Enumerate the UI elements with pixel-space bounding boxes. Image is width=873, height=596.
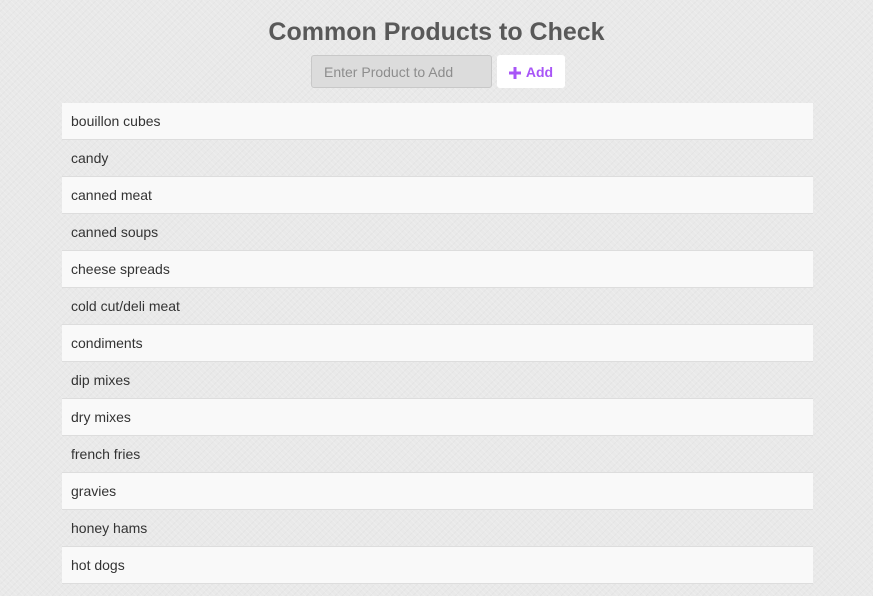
product-label: canned soups	[71, 224, 159, 240]
list-item[interactable]: cold cut/deli meat	[62, 288, 813, 325]
product-label: cheese spreads	[71, 261, 170, 277]
list-item[interactable]: dip mixes	[62, 362, 813, 399]
product-label: gravies	[71, 483, 117, 499]
product-input[interactable]	[311, 55, 492, 88]
list-item[interactable]: bouillon cubes	[62, 103, 813, 140]
product-label: french fries	[71, 446, 141, 462]
list-item[interactable]: hot dogs	[62, 547, 813, 584]
product-label: hot dogs	[71, 557, 125, 573]
product-label: candy	[71, 150, 109, 166]
list-item[interactable]: candy	[62, 140, 813, 177]
list-item[interactable]: french fries	[62, 436, 813, 473]
page-title: Common Products to Check	[268, 18, 605, 46]
product-label: cold cut/deli meat	[71, 298, 180, 314]
product-label: bouillon cubes	[71, 113, 161, 129]
product-label: dry mixes	[71, 409, 131, 425]
plus-icon	[508, 66, 521, 79]
add-product-form: Add	[311, 55, 565, 89]
product-list: bouillon cubes candy canned meat canned …	[62, 103, 813, 584]
list-item[interactable]: cheese spreads	[62, 251, 813, 288]
list-item[interactable]: gravies	[62, 473, 813, 510]
list-item[interactable]: honey hams	[62, 510, 813, 547]
list-item[interactable]: canned soups	[62, 214, 813, 251]
list-item[interactable]: condiments	[62, 325, 813, 362]
product-label: canned meat	[71, 187, 152, 203]
product-label: honey hams	[71, 520, 148, 536]
list-item[interactable]: dry mixes	[62, 399, 813, 436]
add-button[interactable]: Add	[497, 55, 565, 88]
product-label: condiments	[71, 335, 143, 351]
list-item[interactable]: canned meat	[62, 177, 813, 214]
add-button-label: Add	[525, 63, 554, 80]
product-label: dip mixes	[71, 372, 131, 388]
